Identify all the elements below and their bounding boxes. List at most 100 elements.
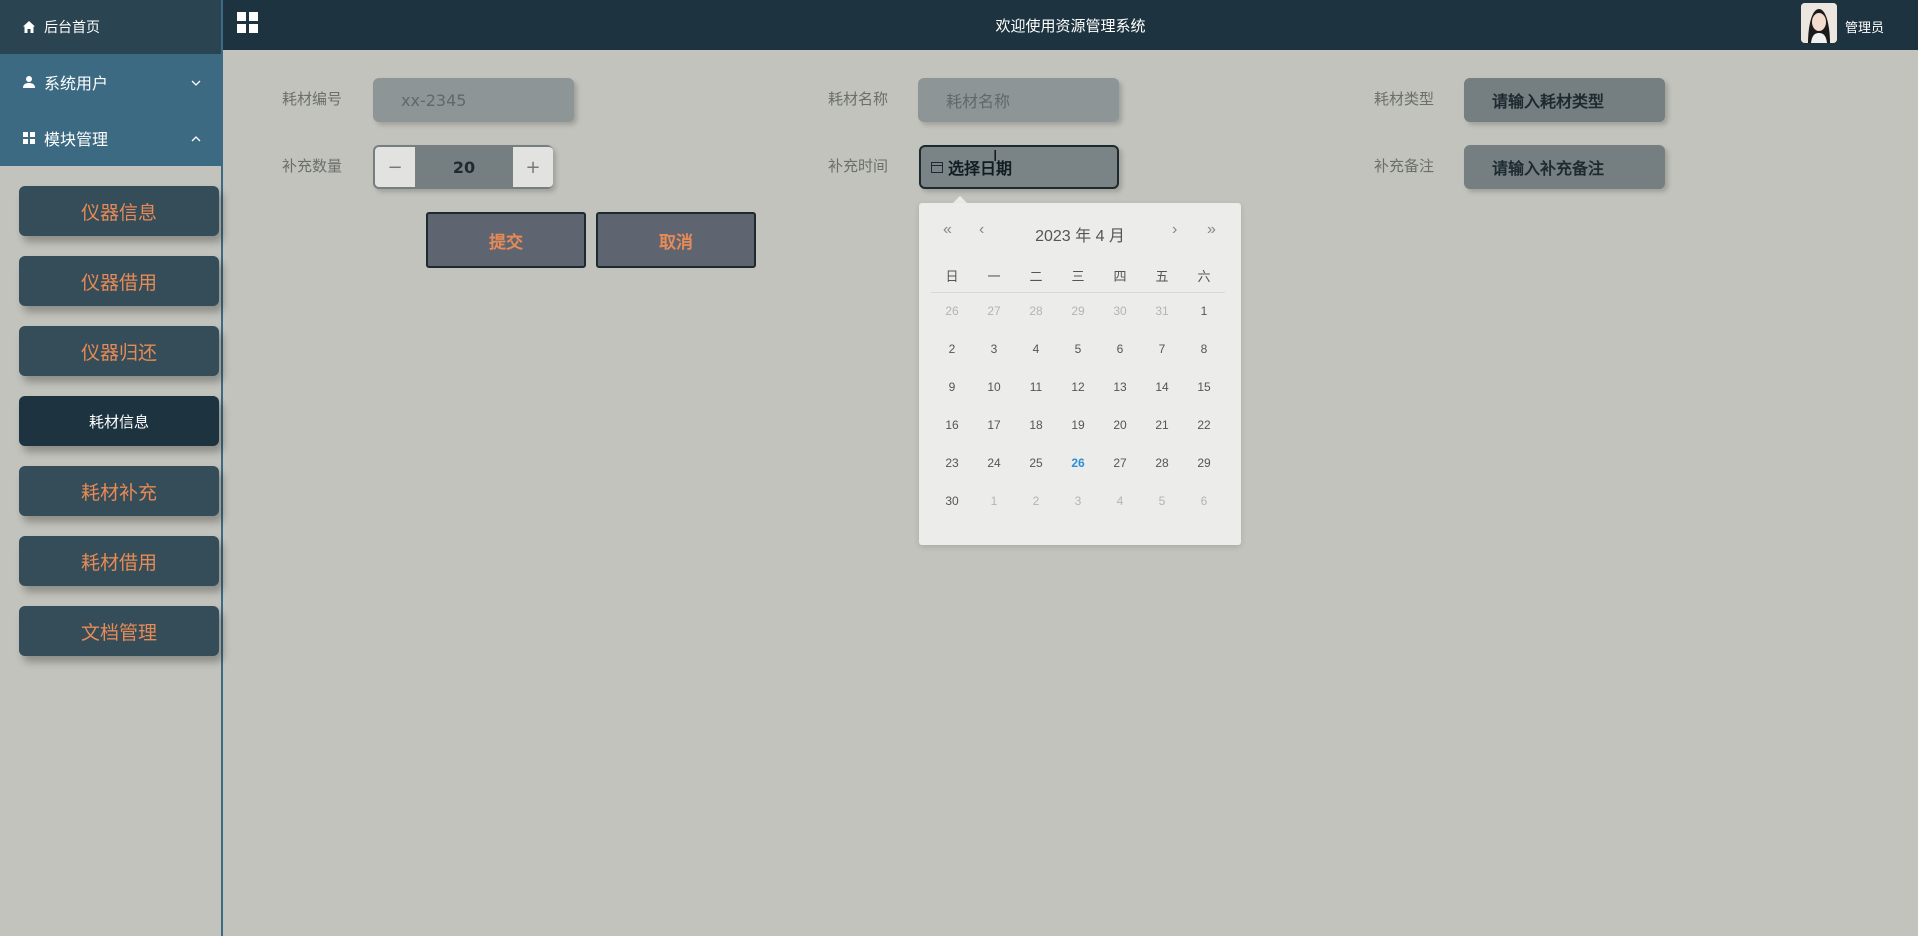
increment-button[interactable]: + bbox=[513, 147, 553, 187]
calendar-day[interactable]: 10 bbox=[973, 368, 1015, 406]
calendar-day[interactable]: 9 bbox=[931, 368, 973, 406]
name-label: 耗材名称 bbox=[828, 90, 889, 108]
menu-item-instrument-borrow[interactable]: 仪器借用 bbox=[19, 256, 219, 306]
calendar-day[interactable]: 1 bbox=[973, 482, 1015, 520]
calendar-week: 26 27 28 29 30 31 1 bbox=[931, 292, 1225, 330]
calendar-day[interactable]: 4 bbox=[1099, 482, 1141, 520]
calendar-day[interactable]: 28 bbox=[1015, 292, 1057, 330]
weekday-header: 三 bbox=[1057, 260, 1099, 293]
calendar-week: 2345678 bbox=[931, 330, 1225, 368]
weekday-header: 六 bbox=[1183, 260, 1225, 293]
calendar-day[interactable]: 5 bbox=[1141, 482, 1183, 520]
calendar-week: 9 10 11 12 13 14 15 bbox=[931, 368, 1225, 406]
weekday-header: 一 bbox=[973, 260, 1015, 293]
home-icon bbox=[22, 20, 36, 34]
calendar-day[interactable]: 31 bbox=[1141, 292, 1183, 330]
chevron-down-icon bbox=[191, 75, 201, 89]
calendar-day[interactable]: 24 bbox=[973, 444, 1015, 482]
submit-button[interactable]: 提交 bbox=[426, 212, 586, 268]
calendar-day[interactable]: 30 bbox=[1099, 292, 1141, 330]
code-input[interactable]: xx-2345 bbox=[373, 78, 574, 122]
menu-item-document-manage[interactable]: 文档管理 bbox=[19, 606, 219, 656]
calendar-day[interactable]: 22 bbox=[1183, 406, 1225, 444]
weekday-header: 二 bbox=[1015, 260, 1057, 293]
calendar-day[interactable]: 8 bbox=[1183, 330, 1225, 368]
sidebar-home[interactable]: 后台首页 bbox=[0, 0, 221, 54]
type-input[interactable]: 请输入耗材类型 bbox=[1464, 78, 1665, 122]
time-label: 补充时间 bbox=[828, 157, 889, 175]
calendar-day[interactable]: 5 bbox=[1057, 330, 1099, 368]
menu-item-instrument-info[interactable]: 仪器信息 bbox=[19, 186, 219, 236]
calendar-day[interactable]: 6 bbox=[1099, 330, 1141, 368]
calendar-day[interactable]: 16 bbox=[931, 406, 973, 444]
calendar-day[interactable]: 1 bbox=[1183, 292, 1225, 330]
calendar-day[interactable]: 25 bbox=[1015, 444, 1057, 482]
sidebar-group-system-users[interactable]: 系统用户 bbox=[0, 54, 221, 110]
calendar-day[interactable]: 7 bbox=[1141, 330, 1183, 368]
calendar-week: 23 24 25 26 27 28 29 bbox=[931, 444, 1225, 482]
calendar-day[interactable]: 14 bbox=[1141, 368, 1183, 406]
calendar-day[interactable]: 3 bbox=[973, 330, 1015, 368]
calendar-day[interactable]: 15 bbox=[1183, 368, 1225, 406]
calendar-day[interactable]: 27 bbox=[1099, 444, 1141, 482]
calendar-day[interactable]: 19 bbox=[1057, 406, 1099, 444]
datepicker-header: « ‹ 2023 年 4 月 › » bbox=[919, 219, 1241, 245]
calendar-day[interactable]: 12 bbox=[1057, 368, 1099, 406]
calendar-day[interactable]: 21 bbox=[1141, 406, 1183, 444]
text-cursor-icon: I bbox=[993, 147, 998, 165]
page-title: 欢迎使用资源管理系统 bbox=[995, 17, 1146, 35]
calendar-day[interactable]: 11 bbox=[1015, 368, 1057, 406]
module-menu: 仪器信息 仪器借用 仪器归还 耗材信息 耗材补充 耗材借用 文档管理 bbox=[0, 166, 221, 656]
calendar-day[interactable]: 29 bbox=[1183, 444, 1225, 482]
weekday-header: 日 bbox=[931, 260, 973, 293]
menu-item-consumable-info[interactable]: 耗材信息 bbox=[19, 396, 219, 446]
menu-item-instrument-return[interactable]: 仪器归还 bbox=[19, 326, 219, 376]
calendar-day[interactable]: 6 bbox=[1183, 482, 1225, 520]
chevron-up-icon bbox=[191, 131, 201, 145]
sidebar-group-modules[interactable]: 模块管理 bbox=[0, 110, 221, 166]
type-label: 耗材类型 bbox=[1374, 90, 1435, 108]
calendar-week: 30 1 2 3 4 5 6 bbox=[931, 482, 1225, 520]
next-year-button[interactable]: » bbox=[1207, 221, 1216, 239]
calendar-grid: 日一二三四五六 26 27 28 29 30 31 1 2 3 4 5 6 7 8 9 10 11 12 13 14 1… bbox=[931, 260, 1225, 520]
menu-item-consumable-borrow[interactable]: 耗材借用 bbox=[19, 536, 219, 586]
calendar-day[interactable]: 17 bbox=[973, 406, 1015, 444]
calendar-icon bbox=[931, 161, 943, 173]
calendar-day[interactable]: 2 bbox=[1015, 482, 1057, 520]
sidebar-group-label: 系统用户 bbox=[44, 74, 109, 93]
calendar-day[interactable]: 26 bbox=[931, 292, 973, 330]
next-month-button[interactable]: › bbox=[1172, 221, 1177, 239]
calendar-day[interactable]: 30 bbox=[931, 482, 973, 520]
datepicker-month-year[interactable]: 2023 年 4 月 bbox=[919, 222, 1241, 246]
user-name[interactable]: 管理员 bbox=[1845, 17, 1884, 36]
top-header: 欢迎使用资源管理系统 管理员 bbox=[223, 0, 1918, 50]
calendar-day[interactable]: 27 bbox=[973, 292, 1015, 330]
calendar-day[interactable]: 28 bbox=[1141, 444, 1183, 482]
decrement-button[interactable]: − bbox=[375, 147, 415, 187]
quantity-stepper: − 20 + bbox=[373, 145, 553, 189]
quantity-value[interactable]: 20 bbox=[415, 158, 513, 177]
calendar-day[interactable]: 4 bbox=[1015, 330, 1057, 368]
calendar-day[interactable]: 29 bbox=[1057, 292, 1099, 330]
calendar-day[interactable]: 23 bbox=[931, 444, 973, 482]
calendar-day[interactable]: 13 bbox=[1099, 368, 1141, 406]
calendar-day[interactable]: 3 bbox=[1057, 482, 1099, 520]
qty-label: 补充数量 bbox=[282, 157, 343, 175]
date-placeholder: 选择日期 bbox=[948, 159, 1013, 178]
avatar[interactable] bbox=[1801, 3, 1837, 43]
remark-input[interactable]: 请输入补充备注 bbox=[1464, 145, 1665, 189]
calendar-day[interactable]: 18 bbox=[1015, 406, 1057, 444]
sidebar-group-label: 模块管理 bbox=[44, 130, 109, 149]
calendar-day[interactable]: 20 bbox=[1099, 406, 1141, 444]
calendar-day[interactable]: 26 bbox=[1057, 444, 1099, 482]
datepicker-arrow bbox=[953, 196, 967, 203]
date-input[interactable]: 选择日期 bbox=[919, 145, 1119, 189]
sidebar: 后台首页 系统用户 模块管理 仪器信息 仪器借用 仪器归还 耗材信息 耗材补充 … bbox=[0, 0, 223, 936]
cancel-button[interactable]: 取消 bbox=[596, 212, 756, 268]
name-input[interactable]: 耗材名称 bbox=[918, 78, 1119, 122]
remark-label: 补充备注 bbox=[1374, 157, 1435, 175]
menu-item-consumable-replenish[interactable]: 耗材补充 bbox=[19, 466, 219, 516]
weekday-header: 五 bbox=[1141, 260, 1183, 293]
calendar-day[interactable]: 2 bbox=[931, 330, 973, 368]
calendar-week: 16 17 18 19 20 21 22 bbox=[931, 406, 1225, 444]
